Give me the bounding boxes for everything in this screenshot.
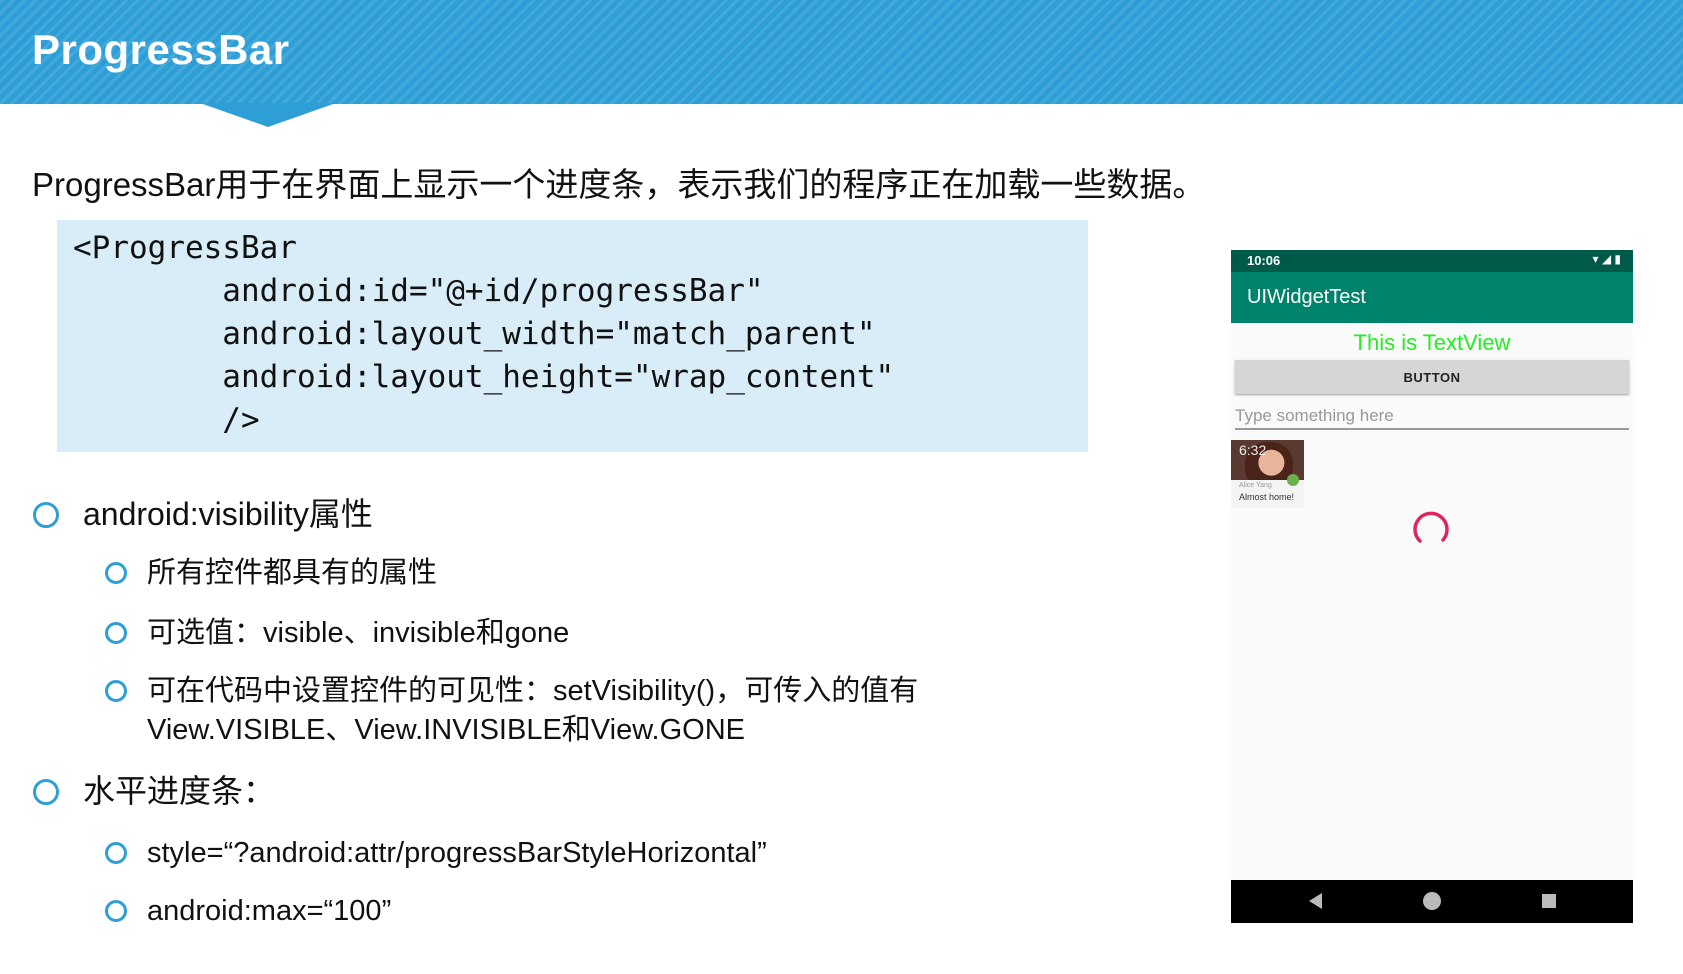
header-notch	[200, 103, 336, 127]
recents-icon[interactable]	[1542, 894, 1556, 908]
code-line: android:layout_width="match_parent"	[73, 316, 876, 352]
sub-bullet: 可选值：visible、invisible和gone	[105, 614, 569, 653]
sub-bullet-text: 所有控件都具有的属性	[147, 557, 438, 589]
bullet-text: android:visibility属性	[83, 496, 373, 532]
navigation-bar	[1231, 880, 1633, 923]
image-time: 6:32	[1239, 442, 1267, 458]
bullet-text: 水平进度条：	[83, 773, 276, 809]
sub-bullet-text: View.VISIBLE、View.INVISIBLE和View.GONE	[147, 714, 745, 746]
sub-bullet-continuation: View.VISIBLE、View.INVISIBLE和View.GONE	[147, 711, 745, 750]
phone-screenshot: 10:06 ▾ ◢ ▮ UIWidgetTest This is TextVie…	[1231, 250, 1633, 923]
sub-bullet-text: 可选值：visible、invisible和gone	[147, 617, 570, 649]
app-bar: UIWidgetTest	[1231, 272, 1633, 323]
bullet-circle-icon	[105, 900, 127, 922]
intro-text: ProgressBar用于在界面上显示一个进度条，表示我们的程序正在加载一些数据…	[32, 166, 1206, 203]
phone-button[interactable]: BUTTON	[1235, 360, 1629, 394]
bullet-circle-icon	[105, 562, 127, 584]
app-title: UIWidgetTest	[1247, 286, 1366, 308]
bullet-circle-icon	[33, 502, 59, 528]
bullet-circle-icon	[105, 680, 127, 702]
slide-header: ProgressBar	[0, 0, 1683, 104]
progress-spinner-icon	[1413, 511, 1449, 543]
code-line: android:id="@+id/progressBar"	[73, 273, 764, 309]
sub-bullet: android:max=“100”	[105, 892, 391, 931]
status-dot-icon	[1287, 474, 1299, 486]
text-input[interactable]: Type something here	[1235, 402, 1629, 430]
image-view: 6:32 Alice Yang Almost home!	[1231, 440, 1304, 508]
battery-icon: ▮	[1614, 252, 1621, 266]
sub-bullet: 所有控件都具有的属性	[105, 554, 437, 593]
sub-bullet-text: 可在代码中设置控件的可见性：setVisibility()，可传入的值有	[147, 675, 919, 707]
sub-bullet-text: android:max=“100”	[147, 895, 392, 927]
bullet-circle-icon	[105, 842, 127, 864]
signal-icon: ◢	[1601, 252, 1612, 266]
status-time: 10:06	[1247, 253, 1281, 268]
sub-bullet: style=“?android:attr/progressBarStyleHor…	[105, 834, 767, 873]
status-icons: ▾ ◢ ▮	[1592, 252, 1621, 266]
code-line: android:layout_height="wrap_content"	[73, 359, 895, 395]
code-line: <ProgressBar	[73, 230, 297, 266]
back-icon[interactable]	[1309, 893, 1322, 909]
bullet-visibility: android:visibility属性	[33, 495, 373, 534]
wifi-icon: ▾	[1592, 252, 1599, 266]
slide-title: ProgressBar	[32, 26, 290, 73]
bullet-horizontal: 水平进度条：	[33, 772, 275, 811]
image-message: Almost home!	[1239, 492, 1295, 502]
status-bar: 10:06 ▾ ◢ ▮	[1231, 250, 1633, 272]
textview: This is TextView	[1353, 330, 1511, 355]
code-block: <ProgressBar android:id="@+id/progressBa…	[57, 220, 1088, 452]
bullet-circle-icon	[33, 779, 59, 805]
image-name: Alice Yang	[1239, 482, 1272, 489]
home-icon[interactable]	[1423, 892, 1441, 910]
bullet-circle-icon	[105, 622, 127, 644]
sub-bullet-text: style=“?android:attr/progressBarStyleHor…	[147, 837, 767, 869]
sub-bullet: 可在代码中设置控件的可见性：setVisibility()，可传入的值有	[105, 672, 918, 711]
code-line: />	[73, 402, 260, 438]
